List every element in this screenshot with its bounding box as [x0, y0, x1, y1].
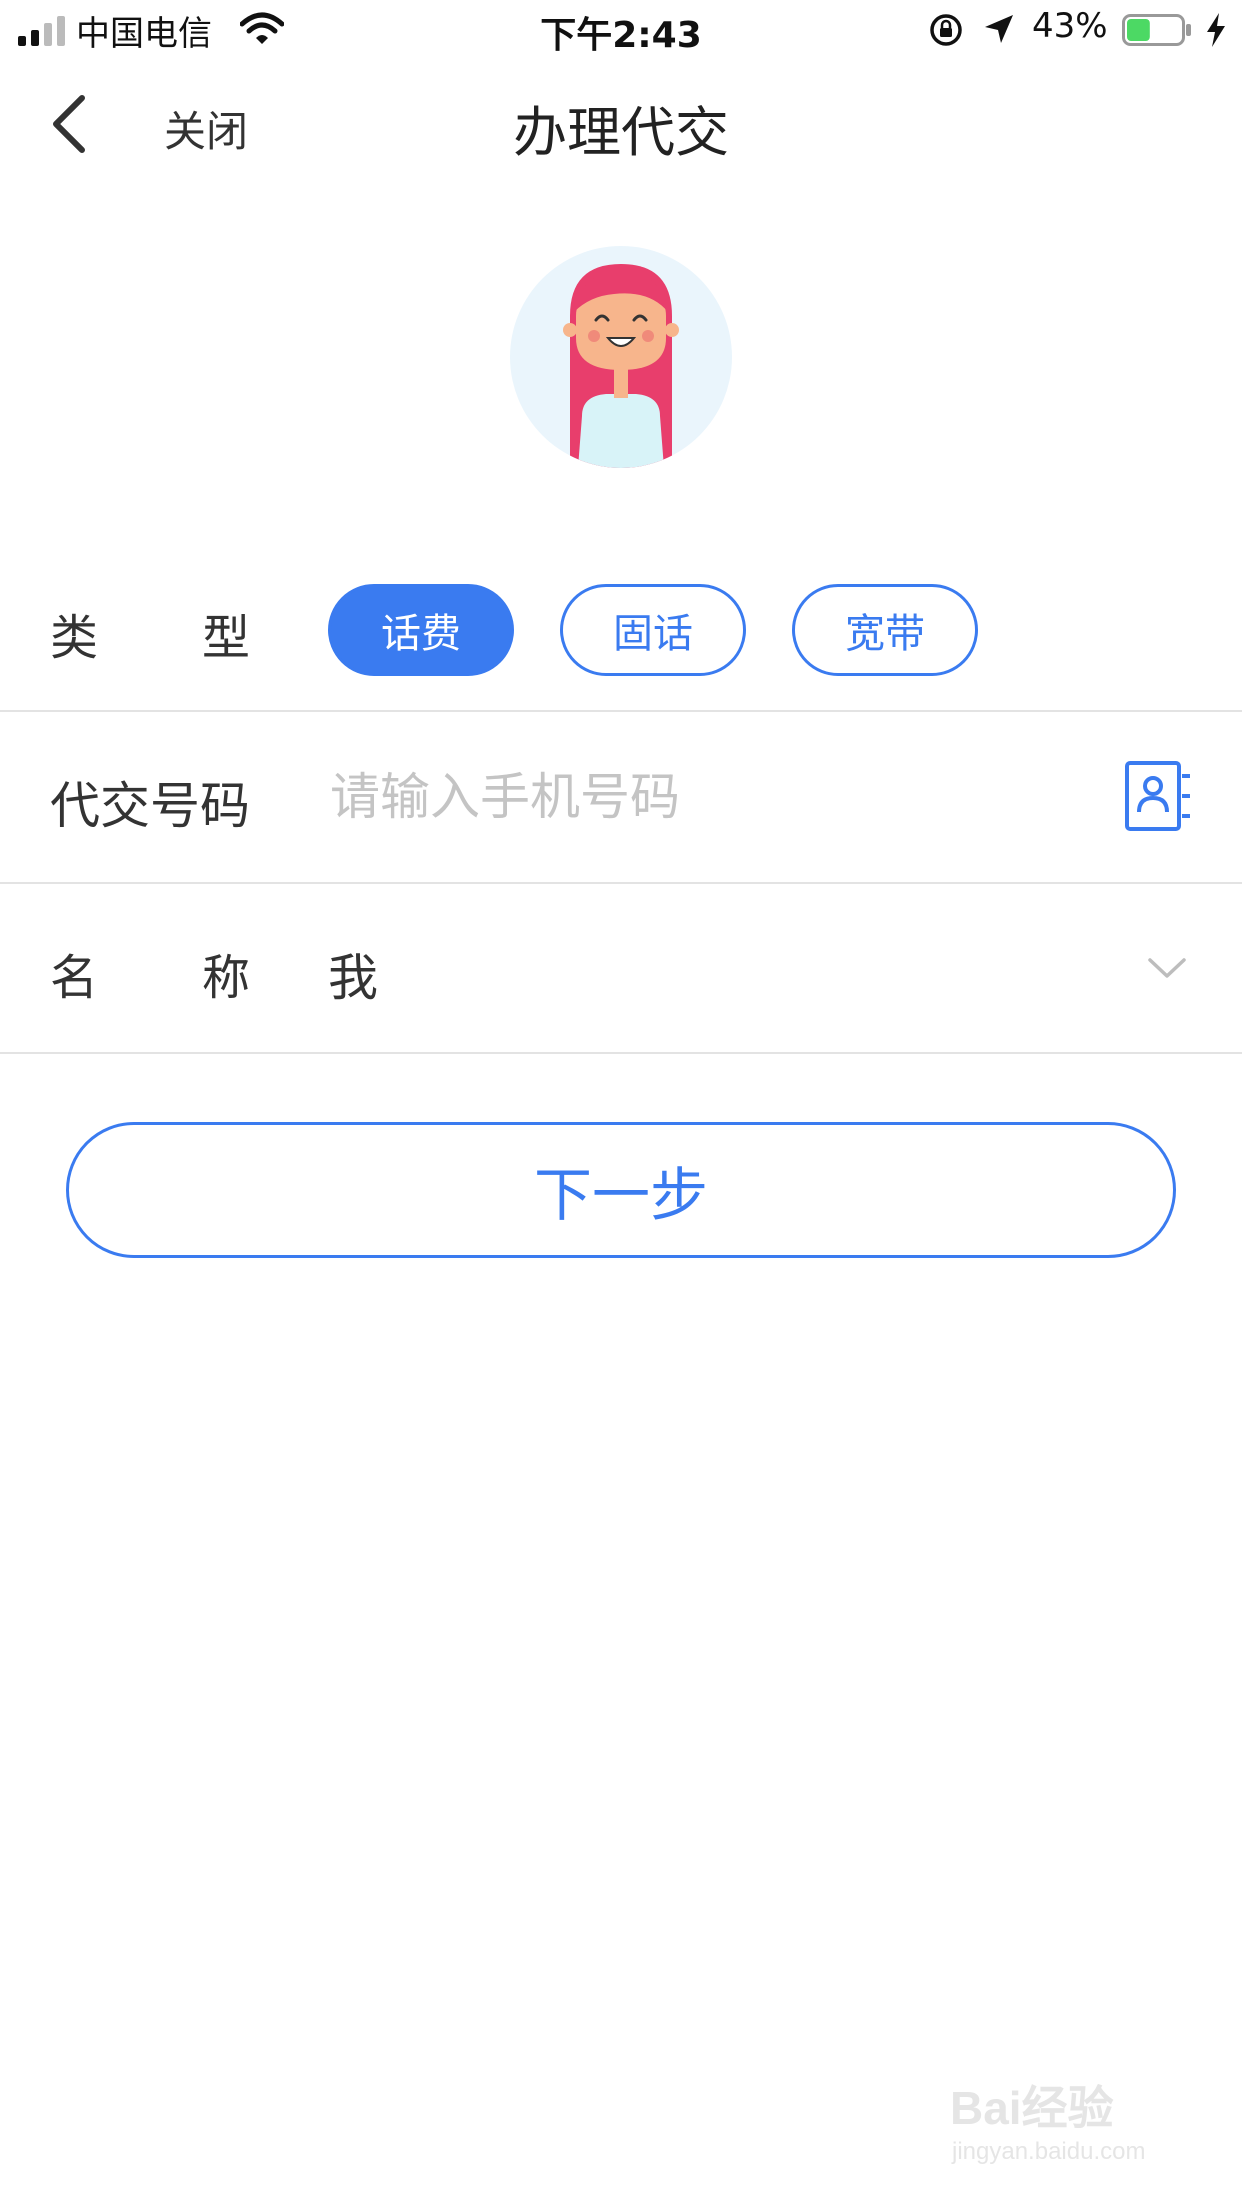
watermark-logo: Bai经验	[950, 2082, 1114, 2134]
nav-bar: 关闭 办理代交	[0, 62, 1242, 190]
number-row: 代交号码	[0, 712, 1242, 882]
type-label-char: 型	[201, 610, 250, 666]
divider	[0, 1052, 1242, 1054]
battery-percentage: 43%	[1032, 6, 1108, 46]
name-row[interactable]: 名 称 我	[0, 884, 1242, 1052]
address-book-icon[interactable]	[1124, 760, 1190, 832]
type-label-char: 类	[50, 610, 99, 666]
page-title: 办理代交	[513, 101, 729, 164]
type-row: 类 型 话费 固话 宽带	[0, 566, 1242, 710]
type-option-phone-bill[interactable]: 话费	[328, 584, 514, 676]
type-label: 类 型	[50, 598, 250, 668]
avatar	[510, 246, 732, 468]
baidu-watermark: Bai经验 jingyan.baidu.com	[950, 2072, 1180, 2182]
chevron-down-icon[interactable]	[1146, 954, 1188, 982]
type-option-broadband[interactable]: 宽带	[792, 584, 978, 676]
number-label: 代交号码	[50, 777, 250, 835]
name-value: 我	[328, 949, 378, 1007]
charging-bolt-icon	[1207, 13, 1225, 47]
battery-icon	[1122, 14, 1191, 46]
status-bar: 中国电信 下午2:43 43%	[0, 0, 1242, 62]
type-option-landline[interactable]: 固话	[560, 584, 746, 676]
next-step-button[interactable]: 下一步	[66, 1122, 1176, 1258]
name-label-char: 称	[201, 950, 250, 1006]
name-label-char: 名	[50, 950, 99, 1006]
phone-number-input[interactable]	[330, 752, 1090, 842]
name-label: 名 称	[50, 938, 250, 1008]
rotation-lock-icon	[930, 14, 962, 46]
watermark-url: jingyan.baidu.com	[952, 2138, 1146, 2165]
location-arrow-icon	[985, 15, 1013, 43]
